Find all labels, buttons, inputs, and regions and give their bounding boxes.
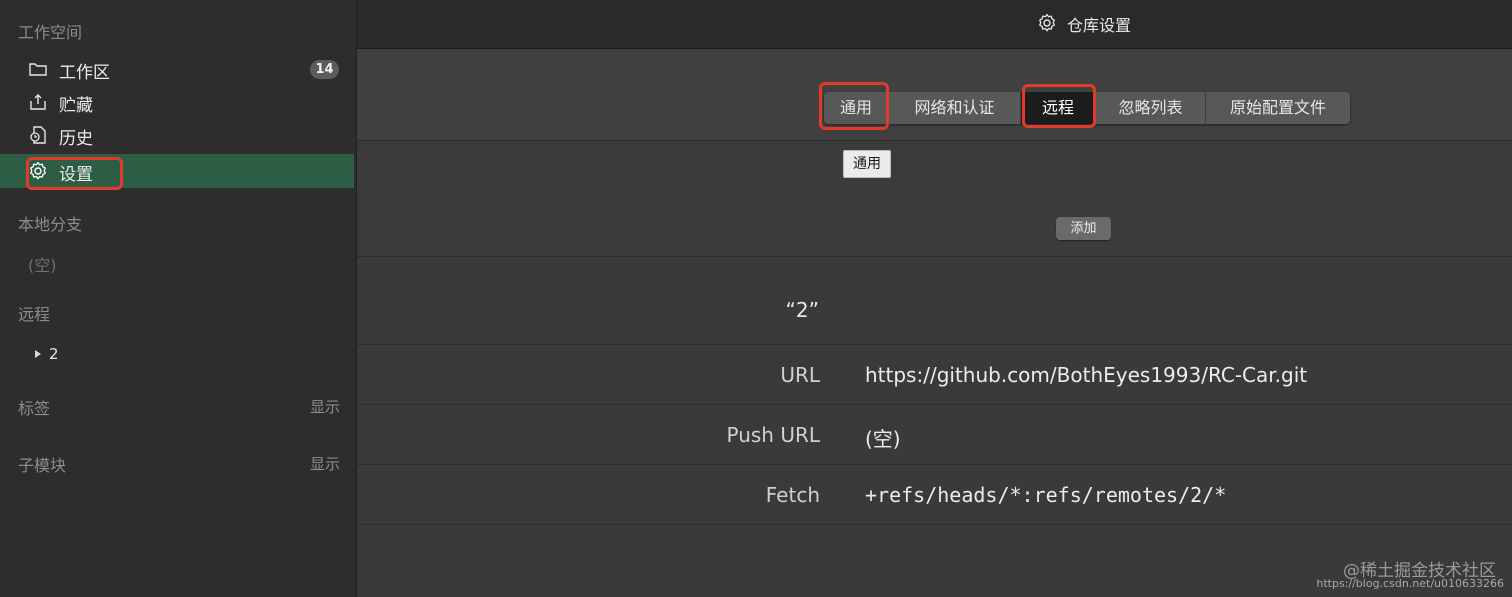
tooltip: 通用 [843,150,891,178]
tags-title: 标签 [18,399,51,418]
sidebar-item-stash[interactable]: 贮藏 [0,85,354,119]
tab-network-auth[interactable]: 网络和认证 [889,92,1021,124]
remote-name: “2” [785,298,819,322]
url-value[interactable]: https://github.com/BothEyes1993/RC-Car.g… [865,363,1307,387]
workspace-section-title: 工作空间 [18,23,83,42]
title-bar: 仓库设置 [357,0,1512,49]
add-remote-area: 添加 [357,141,1512,257]
gear-icon [30,161,46,180]
tab-raw-config[interactable]: 原始配置文件 [1206,92,1350,124]
settings-panel: 仓库设置 通用 网络和认证 远程 忽略列表 原始配置文件 添加 通用 “2” U… [357,0,1512,597]
tab-general[interactable]: 通用 [824,92,889,124]
workspace-count-badge: 14 [310,60,339,79]
field-label: Push URL [726,423,820,447]
field-label: Fetch [765,483,820,507]
push-url-value[interactable]: (空) [865,423,901,452]
tab-ignore-list[interactable]: 忽略列表 [1096,92,1206,124]
sidebar-item-workspace[interactable]: 工作区 14 [0,52,354,86]
sidebar-item-label: 贮藏 [59,96,93,116]
watermark-url: https://blog.csdn.net/u010633266 [1316,577,1504,590]
history-icon [30,126,46,144]
remotes-title: 远程 [18,305,51,324]
sidebar-remote-item[interactable]: 2 [33,344,59,364]
folder-icon [29,63,47,76]
sidebar-item-label: 历史 [59,129,93,149]
submodules-show-button[interactable]: 显示 [310,453,340,474]
sidebar-item-settings[interactable]: 设置 [0,154,354,188]
tab-remotes[interactable]: 远程 [1021,92,1096,124]
divider [357,524,1512,525]
remote-fetch-row: Fetch +refs/heads/*:refs/remotes/2/* [357,464,1512,525]
tags-show-button[interactable]: 显示 [310,396,340,417]
add-button[interactable]: 添加 [1056,217,1111,240]
sidebar: 工作空间 工作区 14 贮藏 历史 设置 本地分支 (空) 远程 2 标签 显示… [0,0,357,597]
remote-push-url-row: Push URL (空) [357,404,1512,465]
submodules-title: 子模块 [18,456,67,475]
disclosure-triangle-icon[interactable] [33,348,43,360]
tab-bar: 通用 网络和认证 远程 忽略列表 原始配置文件 [357,49,1512,141]
gear-icon [1039,13,1055,32]
local-branches-empty: (空) [28,256,57,275]
window-title: 仓库设置 [1067,16,1132,35]
field-label: URL [780,363,820,387]
sidebar-item-label: 工作区 [59,63,110,83]
remote-url-row: URL https://github.com/BothEyes1993/RC-C… [357,344,1512,405]
fetch-value[interactable]: +refs/heads/*:refs/remotes/2/* [865,483,1226,507]
stash-icon [30,94,46,110]
remote-label: 2 [49,345,59,363]
local-branches-title: 本地分支 [18,215,83,234]
segmented-control: 通用 网络和认证 远程 忽略列表 原始配置文件 [824,92,1350,124]
sidebar-item-label: 设置 [59,165,93,185]
sidebar-item-history[interactable]: 历史 [0,118,354,152]
